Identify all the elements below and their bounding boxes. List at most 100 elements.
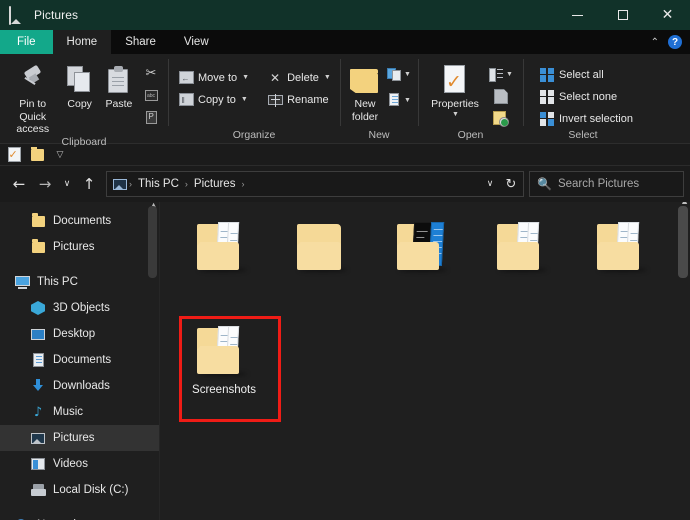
copy-path-icon: abc [144,90,158,101]
move-to-label: Move to [198,71,238,84]
history-icon [493,111,509,127]
tab-home[interactable]: Home [52,30,112,54]
close-icon: ✕ [661,7,674,23]
folder-with-files-icon [489,216,559,278]
sidebar-item-documents[interactable]: Documents [0,347,159,373]
minimize-button[interactable] [555,0,600,30]
nav-scrollbar-thumb[interactable] [148,206,157,278]
copy-button[interactable]: Copy [61,60,97,111]
new-folder-icon [30,146,44,161]
copy-icon [66,64,93,96]
select-all-button[interactable]: Select all [535,64,637,85]
minimize-icon [572,14,583,16]
sidebar-item-downloads[interactable]: Downloads [0,373,159,399]
folder-tile[interactable] [374,212,474,316]
tab-view[interactable]: View [170,30,223,54]
delete-icon: ✕ [270,70,281,85]
folder-tile[interactable] [274,212,374,316]
search-box[interactable]: 🔍 Search Pictures [529,171,684,197]
breadcrumb-pictures[interactable]: Pictures [189,173,241,195]
move-to-button[interactable]: ← Move to ▼ [174,67,253,88]
invert-selection-label: Invert selection [559,112,633,125]
ribbon: Pin to Quick access Copy Paste ✂ abc P C… [0,54,690,148]
chevron-down-icon: ▼ [452,110,459,118]
maximize-icon [617,10,628,20]
qa-properties-button[interactable]: ✓ [6,147,22,163]
folder-tile[interactable] [574,212,674,316]
pin-to-quick-access-button[interactable]: Pin to Quick access [6,60,59,136]
rename-button[interactable]: Rename [263,89,335,110]
open-with-button[interactable]: ▼ [488,65,514,84]
refresh-button[interactable]: ↻ [499,172,523,196]
copy-to-button[interactable]: ‖ Copy to ▼ [174,89,253,110]
properties-button[interactable]: ✓ Properties ▼ [424,60,486,119]
sidebar-label: Documents [53,215,112,227]
edit-icon [494,89,508,104]
empty-folder-icon [289,216,359,278]
paste-shortcut-button[interactable] [140,108,162,127]
select-none-label: Select none [559,90,618,103]
easy-access-button[interactable]: ▼ [386,91,412,110]
folder-tile[interactable] [474,212,574,316]
refresh-icon: ↻ [505,176,517,192]
move-to-icon: ← [178,70,194,86]
maximize-button[interactable] [600,0,645,30]
edit-button[interactable] [490,87,512,106]
arrow-up-icon: ↑ [82,175,96,193]
sidebar-item-documents-quick[interactable]: Documents [0,208,159,234]
breadcrumb-this-pc[interactable]: This PC [133,173,184,195]
chevron-up-icon[interactable]: ⌃ [651,37,659,48]
music-icon: ♪ [33,404,43,420]
tab-share[interactable]: Share [111,30,170,54]
chevron-down-icon: ▼ [404,71,411,78]
ribbon-group-new: New folder ▼ ▼ New [340,54,418,144]
sidebar-label: Downloads [53,380,110,392]
folder-tile[interactable] [174,212,274,316]
new-folder-icon [350,64,380,96]
sidebar-item-local-disk[interactable]: Local Disk (C:) [0,477,159,503]
select-none-button[interactable]: Select none [535,86,637,107]
new-item-button[interactable]: ▼ [386,65,412,84]
forward-button[interactable]: → [32,171,58,197]
invert-selection-button[interactable]: Invert selection [535,108,637,129]
sidebar-item-pictures[interactable]: Pictures [0,425,159,451]
sidebar-item-network[interactable]: Network [0,512,159,520]
sidebar-item-videos[interactable]: Videos [0,451,159,477]
sidebar-item-this-pc[interactable]: This PC [0,269,159,295]
sidebar-item-3d-objects[interactable]: 3D Objects [0,295,159,321]
folder-with-files-icon [189,216,259,278]
chevron-down-icon: ▼ [404,97,411,104]
sidebar-item-desktop[interactable]: Desktop [0,321,159,347]
paste-button[interactable]: Paste [100,60,138,111]
qa-new-folder-button[interactable] [29,146,45,163]
folder-tile-screenshots[interactable]: Screenshots [174,316,281,422]
new-folder-button[interactable]: New folder [346,60,384,123]
local-disk-icon [30,482,46,498]
address-path-box[interactable]: › This PC › Pictures › ∨ ↻ [106,171,524,197]
back-button[interactable]: ← [6,171,32,197]
cut-button[interactable]: ✂ [140,64,162,83]
folder-label-screenshots: Screenshots [192,384,256,396]
content-scrollbar-thumb[interactable] [678,206,688,278]
up-button[interactable]: ↑ [76,171,102,197]
tab-file[interactable]: File [0,30,53,54]
sidebar-label: Videos [53,458,88,470]
close-button[interactable]: ✕ [645,0,690,30]
scissors-icon: ✂ [145,66,157,81]
history-button[interactable] [490,109,512,128]
sidebar-label: Documents [53,354,112,366]
sidebar-item-pictures-quick[interactable]: Pictures [0,234,159,260]
delete-button[interactable]: ✕ Delete ▼ [263,67,335,88]
sidebar-label: This PC [37,276,78,288]
recent-locations-button[interactable]: ∨ [58,171,76,197]
sidebar-item-music[interactable]: ♪ Music [0,399,159,425]
help-icon[interactable]: ? [668,35,682,49]
copy-path-button[interactable]: abc [140,86,162,105]
pictures-icon [111,176,128,192]
organize-right-column: ✕ Delete ▼ Rename [255,63,335,110]
sidebar-label: 3D Objects [53,302,110,314]
file-list-view[interactable]: ▲ [160,202,690,520]
chevron-down-icon: ▼ [240,96,248,103]
path-dropdown-button[interactable]: ∨ [481,172,499,196]
ribbon-tabs: File Home Share View ⌃ ? [0,30,690,54]
